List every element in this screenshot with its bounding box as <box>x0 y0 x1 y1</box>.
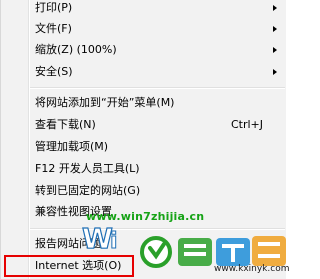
menu-item-label: 查看下载(N) <box>35 118 96 131</box>
menu-item-f12-dev-tools[interactable]: F12 开发人员工具(L) <box>1 158 287 180</box>
menu-item-label: 安全(S) <box>35 65 73 78</box>
watermark-site: www.kxinyk.com <box>214 264 290 274</box>
menu-item-pinned-sites[interactable]: 转到已固定的网站(G) <box>1 180 287 202</box>
submenu-arrow-icon <box>273 26 277 32</box>
menu-item-file[interactable]: 文件(F) <box>1 18 287 40</box>
menu-item-security[interactable]: 安全(S) <box>1 61 287 83</box>
menu-item-manage-addons[interactable]: 管理加载项(M) <box>1 136 287 158</box>
menu-item-label: 文件(F) <box>35 22 72 35</box>
menu-item-label: F12 开发人员工具(L) <box>35 162 140 175</box>
svg-text:W: W <box>82 222 113 255</box>
submenu-arrow-icon <box>273 47 277 53</box>
menu-item-label: 将网站添加到“开始”菜单(M) <box>35 96 175 109</box>
menu-item-label: 缩放(Z) (100%) <box>35 43 117 56</box>
menu-item-label: 管理加载项(M) <box>35 140 109 153</box>
menu-separator <box>30 87 285 89</box>
menu-item-print[interactable]: 打印(P) <box>1 0 287 19</box>
submenu-arrow-icon <box>273 5 277 11</box>
watermark-url: www.win7zhijia.cn <box>86 210 205 223</box>
menu-item-label: 转到已固定的网站(G) <box>35 184 141 197</box>
svg-text:i: i <box>110 229 118 254</box>
menu-item-zoom[interactable]: 缩放(Z) (100%) <box>1 39 287 61</box>
submenu-arrow-icon <box>273 69 277 75</box>
menu-item-add-site-to-start[interactable]: 将网站添加到“开始”菜单(M) <box>1 92 287 114</box>
menu-item-shortcut: Ctrl+J <box>230 118 263 131</box>
menu-item-view-downloads[interactable]: 查看下载(N) Ctrl+J <box>1 114 287 136</box>
menu-item-label: 打印(P) <box>35 1 73 14</box>
